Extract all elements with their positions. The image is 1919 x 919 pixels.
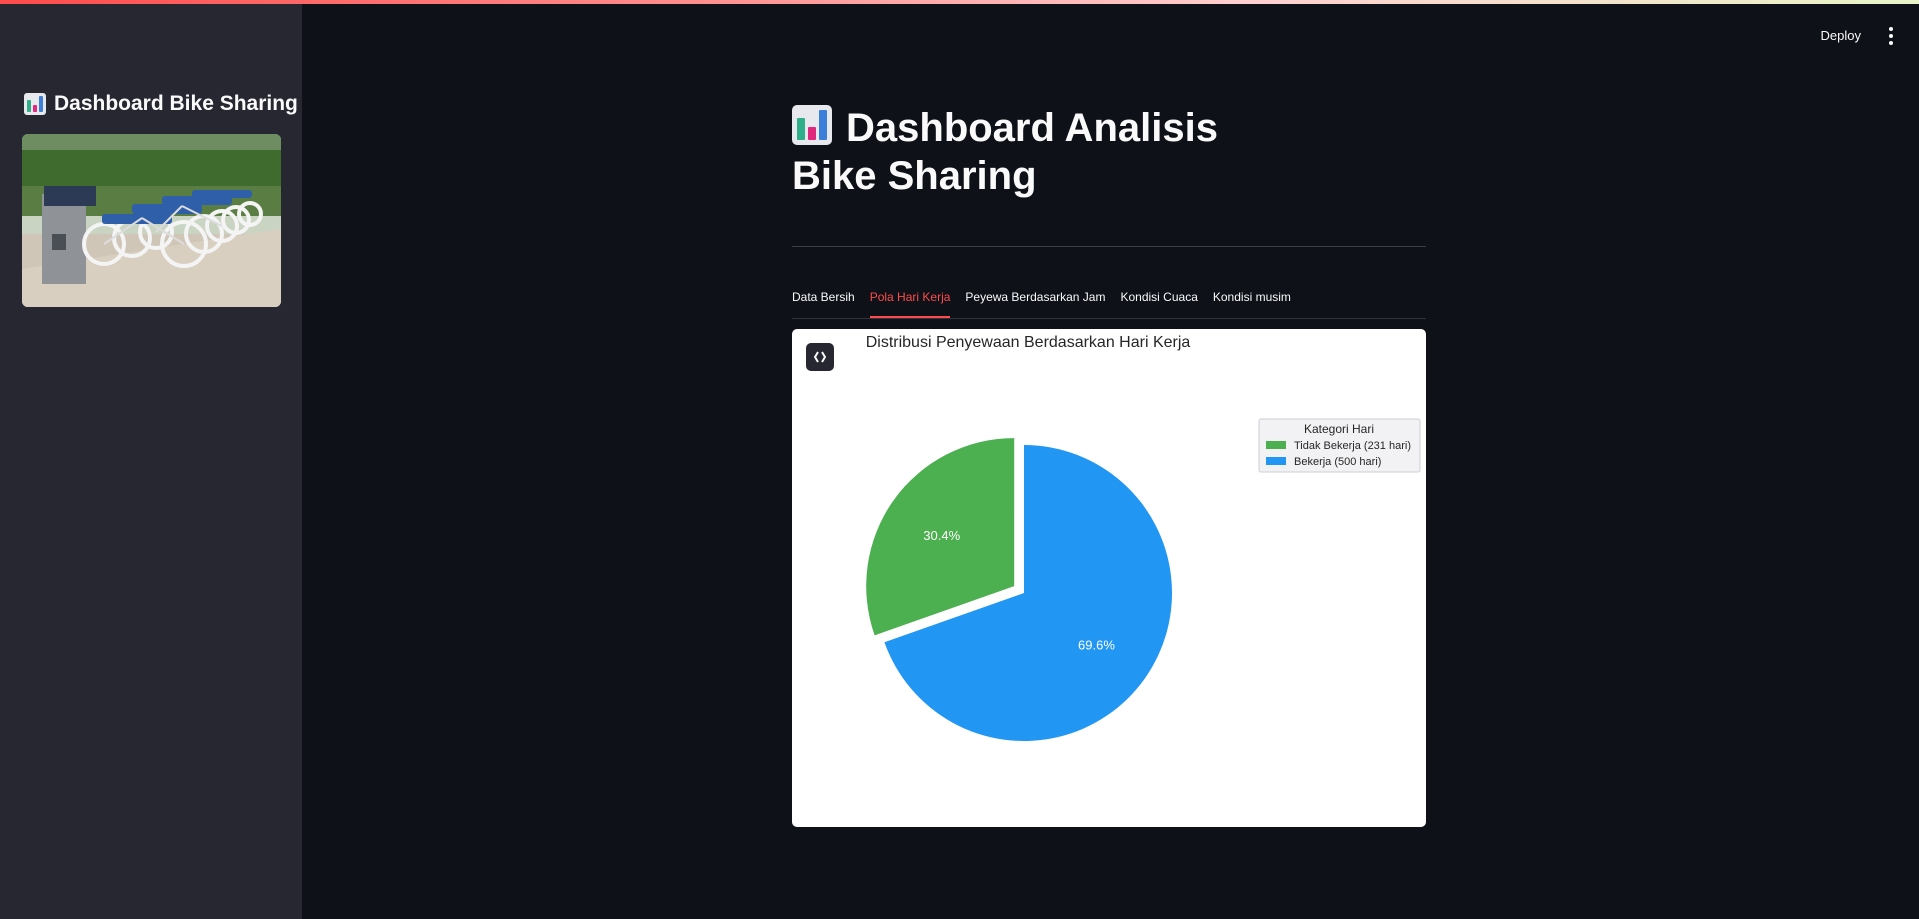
chart-title: Distribusi Penyewaan Berdasarkan Hari Ke… [866,334,1191,351]
top-decoration-stripe [0,0,1919,4]
chart-card: Distribusi Penyewaan Berdasarkan Hari Ke… [792,329,1426,827]
pie-chart: Distribusi Penyewaan Berdasarkan Hari Ke… [866,334,1421,741]
tab-data-bersih[interactable]: Data Bersih [792,286,855,316]
tab-pola-hari-kerja[interactable]: Pola Hari Kerja [869,286,950,318]
chart-legend: Kategori Hari Tidak Bekerja (231 hari) B… [1258,418,1421,473]
legend-swatch-1 [1266,457,1286,465]
sidebar-title-text: Dashboard Bike Sharing [54,92,298,115]
pie-label-0: 30.4% [923,528,960,543]
legend-swatch-0 [1266,441,1286,449]
tab-peyewa-berdasarkan-jam[interactable]: Peyewa Berdasarkan Jam [965,286,1105,316]
page-title: Dashboard Analisis Bike Sharing [792,104,1312,200]
sidebar: Dashboard Bike Sharing [0,0,302,919]
header-actions: Deploy [1817,24,1899,47]
bar-chart-emoji-icon [792,105,832,145]
kebab-menu-icon[interactable] [1883,26,1899,46]
page-title-text: Dashboard Analisis Bike Sharing [792,106,1218,198]
bike-sharing-image [22,134,281,307]
sidebar-title: Dashboard Bike Sharing [24,92,298,116]
tab-kondisi-cuaca[interactable]: Kondisi Cuaca [1120,286,1197,316]
bar-chart-emoji-icon [24,93,46,115]
legend-entry-1: Bekerja (500 hari) [1294,456,1381,468]
legend-title: Kategori Hari [1304,422,1374,436]
tab-bar: Data Bersih Pola Hari Kerja Peyewa Berda… [792,286,1426,319]
deploy-button[interactable]: Deploy [1817,24,1865,47]
divider [792,246,1426,247]
legend-entry-0: Tidak Bekerja (231 hari) [1294,440,1411,452]
main-content: Dashboard Analisis Bike Sharing Data Ber… [792,104,1426,827]
keyboard-double-arrow-icon[interactable] [806,343,834,371]
tab-kondisi-musim[interactable]: Kondisi musim [1213,286,1291,316]
pie-label-1: 69.6% [1078,637,1115,652]
